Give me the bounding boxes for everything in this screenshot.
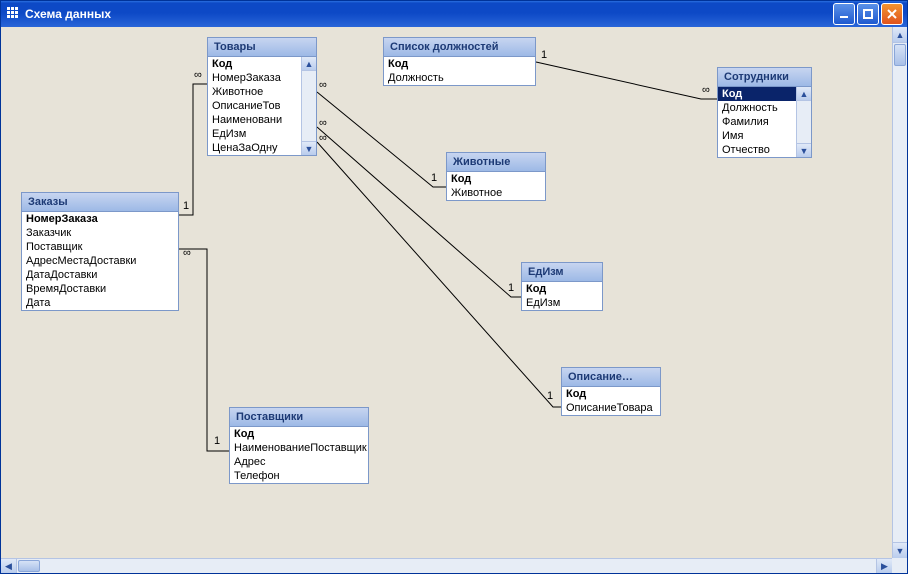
field-row[interactable]: Код (522, 282, 602, 296)
table-field-list: Код ЕдИзм (522, 282, 602, 310)
scroll-down-icon[interactable]: ▼ (302, 141, 316, 155)
table-title[interactable]: ЕдИзм (522, 263, 602, 282)
table-field-list: Код Животное (447, 172, 545, 200)
field-row[interactable]: Фамилия (718, 115, 796, 129)
field-row[interactable]: ЕдИзм (208, 127, 301, 141)
horizontal-scrollbar[interactable]: ◀ ▶ (1, 558, 892, 573)
field-row[interactable]: Код (447, 172, 545, 186)
field-row[interactable]: Заказчик (22, 226, 178, 240)
card-many: ∞ (319, 79, 327, 91)
card-many: ∞ (319, 132, 327, 144)
relationships-window: Схема данных 1 ∞ ∞ (0, 0, 908, 574)
card-one: 1 (431, 172, 437, 184)
field-row[interactable]: Животное (447, 186, 545, 200)
table-field-list: Код ОписаниеТовара (562, 387, 660, 415)
field-row[interactable]: ОписаниеТовара (562, 401, 660, 415)
field-row[interactable]: АдресМестаДоставки (22, 254, 178, 268)
scroll-left-icon[interactable]: ◀ (1, 559, 17, 573)
field-row[interactable]: ВремяДоставки (22, 282, 178, 296)
relationships-icon (7, 7, 21, 21)
field-row[interactable]: Код (208, 57, 301, 71)
field-row[interactable]: Код (562, 387, 660, 401)
field-row[interactable]: Адрес (230, 455, 368, 469)
table-field-list: НомерЗаказа Заказчик Поставщик АдресМест… (22, 212, 178, 310)
field-row[interactable]: ОписаниеТов (208, 99, 301, 113)
card-one: 1 (508, 282, 514, 294)
card-many: ∞ (319, 117, 327, 129)
scroll-up-icon[interactable]: ▲ (302, 57, 316, 71)
table-title[interactable]: Сотрудники (718, 68, 811, 87)
table-title[interactable]: Животные (447, 153, 545, 172)
field-row[interactable]: ДатаДоставки (22, 268, 178, 282)
card-many: ∞ (194, 69, 202, 81)
table-field-list: Код НомерЗаказа Животное ОписаниеТов Наи… (208, 57, 301, 155)
table-tovary[interactable]: Товары Код НомерЗаказа Животное Описание… (207, 37, 317, 156)
list-scrollbar[interactable]: ▲ ▼ (301, 57, 316, 155)
card-many: ∞ (183, 247, 191, 259)
card-many: ∞ (702, 84, 710, 96)
vertical-scrollbar[interactable]: ▲ ▼ (892, 27, 907, 558)
field-row[interactable]: Имя (718, 129, 796, 143)
field-row[interactable]: НомерЗаказа (22, 212, 178, 226)
list-scrollbar[interactable]: ▲ ▼ (796, 87, 811, 157)
card-one: 1 (547, 390, 553, 402)
field-row[interactable]: Поставщик (22, 240, 178, 254)
table-field-list: Код НаименованиеПоставщик Адрес Телефон (230, 427, 368, 483)
field-row[interactable]: Должность (384, 71, 535, 85)
field-row[interactable]: НомерЗаказа (208, 71, 301, 85)
table-title[interactable]: Товары (208, 38, 316, 57)
table-zhivotnye[interactable]: Животные Код Животное (446, 152, 546, 201)
scroll-right-icon[interactable]: ▶ (876, 559, 892, 573)
card-one: 1 (183, 200, 189, 212)
table-spisok-dolzhnostey[interactable]: Список должностей Код Должность (383, 37, 536, 86)
field-row[interactable]: Дата (22, 296, 178, 310)
scroll-thumb[interactable] (894, 44, 906, 66)
field-row[interactable]: НаименованиеПоставщик (230, 441, 368, 455)
table-postavshiki[interactable]: Поставщики Код НаименованиеПоставщик Адр… (229, 407, 369, 484)
table-title[interactable]: Поставщики (230, 408, 368, 427)
diagram-canvas[interactable]: 1 ∞ ∞ 1 ∞ 1 ∞ 1 ∞ 1 1 ∞ Заказы НомерЗака… (1, 27, 892, 558)
scrollbar-corner (892, 558, 907, 573)
table-title[interactable]: Заказы (22, 193, 178, 212)
scroll-down-icon[interactable]: ▼ (893, 542, 907, 558)
maximize-button[interactable] (857, 3, 879, 25)
table-field-list: Код Должность (384, 57, 535, 85)
table-field-list: Код Должность Фамилия Имя Отчество (718, 87, 796, 157)
field-row[interactable]: Отчество (718, 143, 796, 157)
table-sotrudniki[interactable]: Сотрудники Код Должность Фамилия Имя Отч… (717, 67, 812, 158)
field-row[interactable]: Код (718, 87, 796, 101)
field-row[interactable]: Телефон (230, 469, 368, 483)
scroll-up-icon[interactable]: ▲ (893, 27, 907, 43)
field-row[interactable]: Животное (208, 85, 301, 99)
field-row[interactable]: ЕдИзм (522, 296, 602, 310)
minimize-button[interactable] (833, 3, 855, 25)
field-row[interactable]: Код (384, 57, 535, 71)
table-edizm[interactable]: ЕдИзм Код ЕдИзм (521, 262, 603, 311)
client-area: 1 ∞ ∞ 1 ∞ 1 ∞ 1 ∞ 1 1 ∞ Заказы НомерЗака… (1, 27, 907, 573)
close-button[interactable] (881, 3, 903, 25)
window-title: Схема данных (25, 7, 111, 21)
scroll-thumb[interactable] (18, 560, 40, 572)
scroll-down-icon[interactable]: ▼ (797, 143, 811, 157)
titlebar[interactable]: Схема данных (1, 1, 907, 27)
table-title[interactable]: Описание… (562, 368, 660, 387)
table-zakazy[interactable]: Заказы НомерЗаказа Заказчик Поставщик Ад… (21, 192, 179, 311)
card-one: 1 (214, 435, 220, 447)
table-opisanie[interactable]: Описание… Код ОписаниеТовара (561, 367, 661, 416)
field-row[interactable]: Должность (718, 101, 796, 115)
scroll-up-icon[interactable]: ▲ (797, 87, 811, 101)
table-title[interactable]: Список должностей (384, 38, 535, 57)
field-row[interactable]: Наименовани (208, 113, 301, 127)
field-row[interactable]: Код (230, 427, 368, 441)
card-one: 1 (541, 49, 547, 61)
field-row[interactable]: ЦенаЗаОдну (208, 141, 301, 155)
